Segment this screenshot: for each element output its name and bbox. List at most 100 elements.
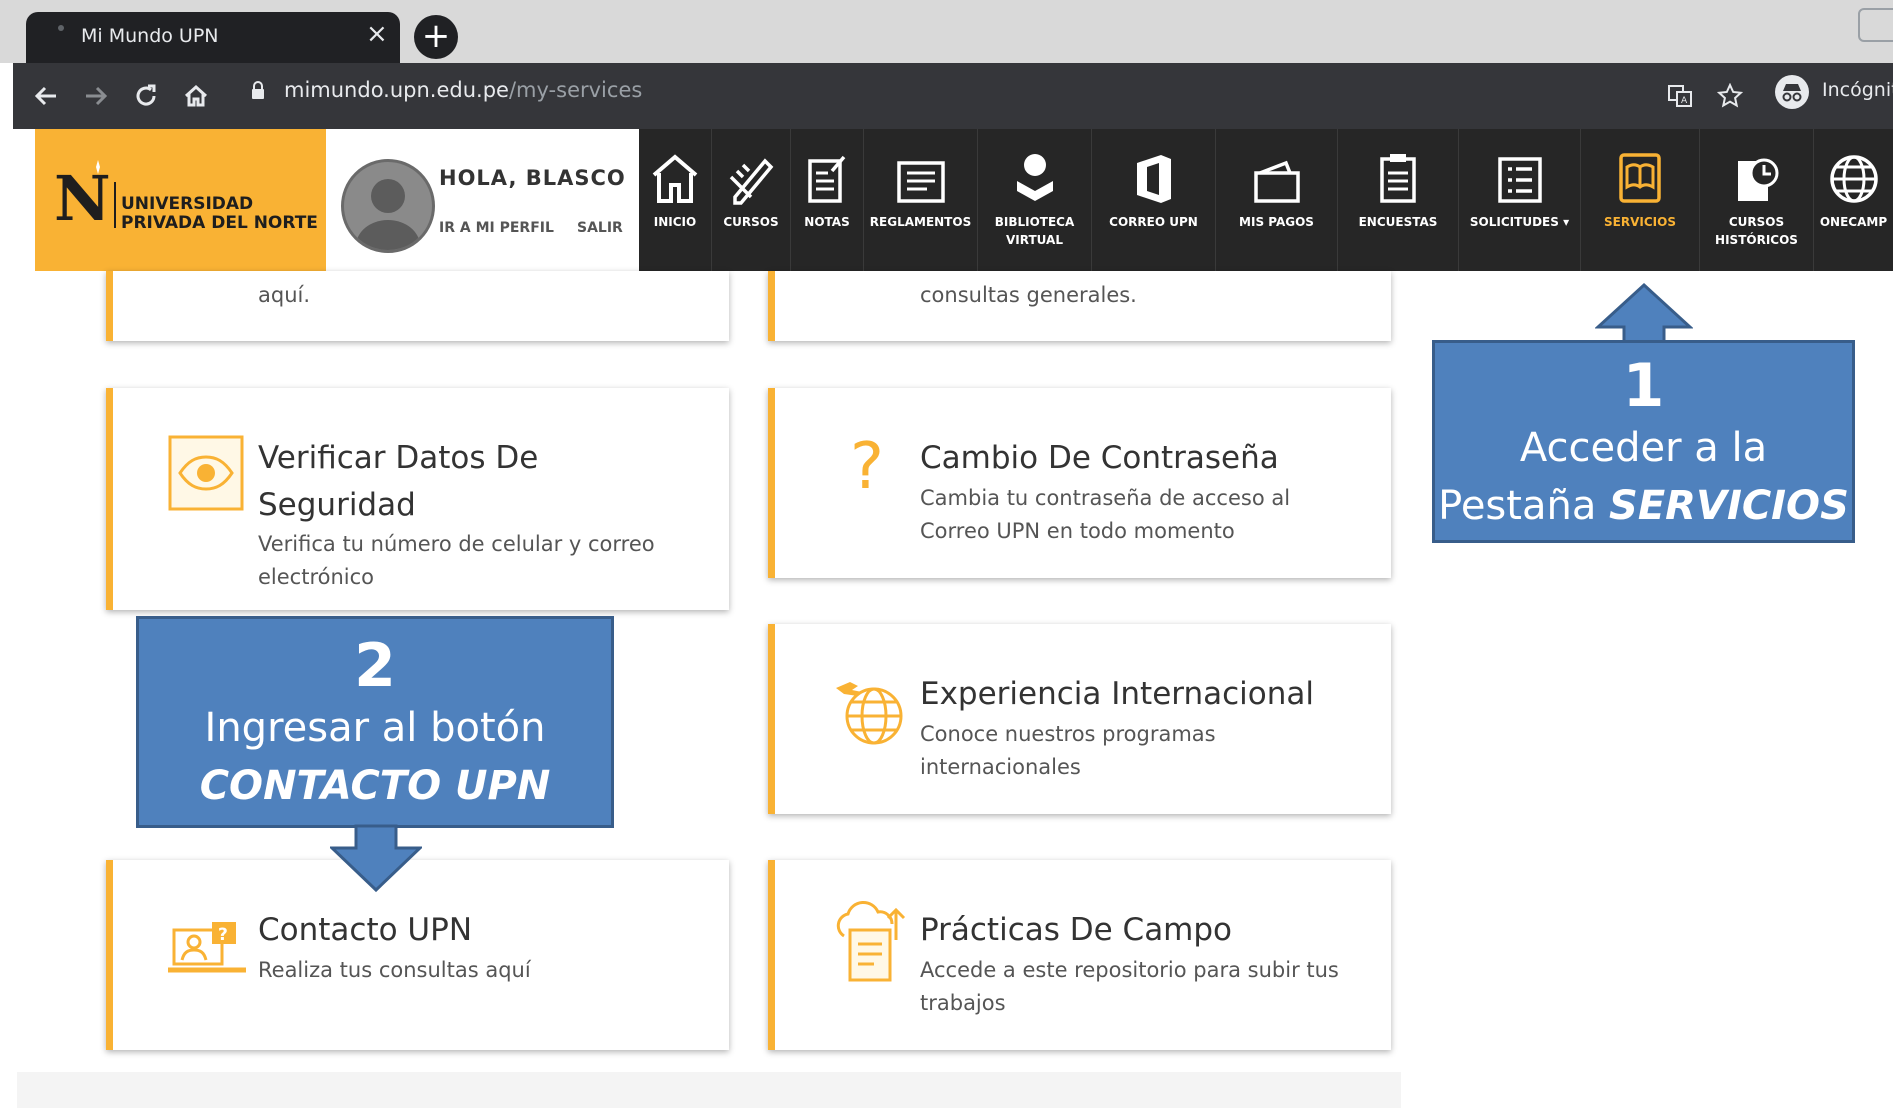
card-title: Contacto UPN bbox=[258, 912, 473, 948]
nav-item-encuestas[interactable]: ENCUESTAS bbox=[1338, 129, 1459, 271]
cloud-docs-icon bbox=[830, 900, 910, 984]
nav-label: ONECAMP bbox=[1819, 215, 1888, 229]
card-description: Realiza tus consultas aquí bbox=[258, 958, 531, 982]
logo-text-line1: UNIVERSIDAD bbox=[121, 194, 254, 214]
callout-emphasis: CONTACTO UPN bbox=[199, 763, 551, 809]
nav-label: BIBLIOTECA VIRTUAL bbox=[994, 215, 1075, 247]
service-card-partial-left[interactable]: aquí. bbox=[106, 271, 729, 341]
nav-label: INICIO bbox=[653, 215, 697, 229]
pencil-ruler-icon bbox=[725, 151, 777, 205]
nav-item-cursos-historicos[interactable]: CURSOS HISTÓRICOS bbox=[1700, 129, 1814, 271]
card-title: Experiencia Internacional bbox=[920, 676, 1315, 712]
card-title: Cambio De Contraseña bbox=[920, 440, 1279, 476]
home-browser-icon[interactable] bbox=[174, 74, 218, 118]
service-card-cambio-contrasena[interactable]: ? Cambio De Contraseña Cambia tu contras… bbox=[768, 388, 1391, 578]
office-icon bbox=[1131, 151, 1177, 205]
card-description-line2: internacionales bbox=[920, 755, 1081, 779]
profile-link[interactable]: IR A MI PERFIL bbox=[439, 220, 554, 236]
incognito-icon[interactable] bbox=[1775, 75, 1809, 109]
logo-separator bbox=[114, 182, 116, 228]
address-bar[interactable]: mimundo.upn.edu.pe/my-services bbox=[284, 78, 642, 102]
services-book-icon bbox=[1615, 151, 1665, 205]
card-description-line1: Conoce nuestros programas bbox=[920, 722, 1216, 746]
nav-item-correo[interactable]: CORREO UPN bbox=[1092, 129, 1216, 271]
page-footer-band bbox=[17, 1072, 1401, 1108]
card-description: Accede a este repositorio para subir tus… bbox=[920, 954, 1339, 1020]
service-card-verificar[interactable]: Verificar Datos De Seguridad Verifica tu… bbox=[106, 388, 729, 610]
wallet-icon bbox=[1252, 151, 1302, 205]
chevron-down-icon: ▾ bbox=[1563, 215, 1570, 229]
tab-favicon-icon bbox=[58, 25, 64, 31]
url-host: mimundo.upn.edu.pe bbox=[284, 78, 509, 102]
logout-link[interactable]: SALIR bbox=[577, 220, 623, 236]
bookmark-star-icon[interactable] bbox=[1708, 74, 1752, 118]
forward-icon[interactable] bbox=[74, 74, 118, 118]
globe-icon bbox=[1828, 151, 1880, 205]
svg-text:A: A bbox=[1681, 96, 1688, 106]
nav-label-text: SOLICITUDES bbox=[1469, 215, 1559, 229]
user-greeting: HOLA, BLASCO bbox=[439, 166, 626, 190]
nav-item-pagos[interactable]: MIS PAGOS bbox=[1216, 129, 1338, 271]
nav-item-cursos[interactable]: CURSOS bbox=[712, 129, 791, 271]
logo-flame-icon bbox=[96, 160, 100, 174]
back-icon[interactable] bbox=[24, 74, 68, 118]
card-description-line2: electrónico bbox=[258, 565, 375, 589]
callout-step-1: 1 Acceder a la Pestaña SERVICIOS bbox=[1432, 340, 1855, 543]
nav-label: REGLAMENTOS bbox=[869, 215, 972, 229]
history-icon bbox=[1732, 151, 1782, 205]
callout-number: 2 bbox=[354, 631, 396, 701]
card-description: Cambia tu contraseña de acceso al Correo… bbox=[920, 482, 1290, 548]
nav-item-biblioteca[interactable]: BIBLIOTECA VIRTUAL bbox=[978, 129, 1092, 271]
globe-plane-icon bbox=[830, 670, 910, 750]
document-icon bbox=[893, 151, 949, 205]
service-card-practicas[interactable]: Prácticas De Campo Accede a este reposit… bbox=[768, 860, 1391, 1050]
logo-mark: N bbox=[54, 162, 111, 235]
callout-line1: Ingresar al botón bbox=[204, 705, 546, 751]
nav-item-reglamentos[interactable]: REGLAMENTOS bbox=[864, 129, 978, 271]
nav-label: CORREO UPN bbox=[1109, 215, 1198, 229]
callout-line2: CONTACTO UPN bbox=[139, 757, 611, 815]
window-control-button[interactable] bbox=[1858, 8, 1893, 42]
logo-text-line2: PRIVADA DEL NORTE bbox=[121, 213, 318, 233]
card-title: Prácticas De Campo bbox=[920, 912, 1233, 948]
new-tab-button[interactable]: + bbox=[414, 15, 458, 59]
reload-icon[interactable] bbox=[124, 74, 168, 118]
nav-label: CURSOS HISTÓRICOS bbox=[1715, 215, 1798, 247]
nav-label: MIS PAGOS bbox=[1239, 215, 1314, 229]
nav-item-onecampus[interactable]: ONECAMP bbox=[1814, 129, 1893, 271]
callout-arrow-up-icon bbox=[1595, 282, 1693, 342]
translate-icon[interactable]: A bbox=[1658, 74, 1702, 118]
clipboard-icon bbox=[1376, 151, 1420, 205]
card-title-line2: Seguridad bbox=[258, 487, 416, 523]
logo-text: UNIVERSIDAD PRIVADA DEL NORTE bbox=[121, 195, 318, 233]
nav-item-solicitudes[interactable]: SOLICITUDES ▾ bbox=[1459, 129, 1581, 271]
callout-step-2: 2 Ingresar al botón CONTACTO UPN bbox=[136, 616, 614, 828]
home-icon bbox=[650, 151, 700, 205]
card-description-line2: trabajos bbox=[920, 991, 1006, 1015]
avatar[interactable] bbox=[341, 159, 435, 253]
card-description: Verifica tu número de celular y correo e… bbox=[258, 528, 655, 594]
incognito-label[interactable]: Incógnit bbox=[1822, 79, 1893, 101]
card-title: Verificar Datos De Seguridad bbox=[258, 435, 538, 529]
nav-label: ENCUESTAS bbox=[1358, 215, 1438, 229]
eye-icon bbox=[168, 435, 244, 511]
card-description: consultas generales. bbox=[920, 283, 1137, 307]
card-description-line1: Cambia tu contraseña de acceso al bbox=[920, 486, 1291, 510]
nav-item-inicio[interactable]: INICIO bbox=[639, 129, 712, 271]
notes-icon bbox=[804, 151, 850, 205]
tab-close-icon[interactable]: × bbox=[366, 21, 388, 47]
lock-icon[interactable] bbox=[250, 80, 266, 100]
nav-item-notas[interactable]: NOTAS bbox=[791, 129, 864, 271]
page-left-edge bbox=[13, 129, 35, 271]
nav-item-servicios[interactable]: SERVICIOS bbox=[1581, 129, 1700, 271]
service-card-experiencia[interactable]: Experiencia Internacional Conoce nuestro… bbox=[768, 624, 1391, 814]
callout-emphasis: SERVICIOS bbox=[1609, 483, 1849, 529]
callout-line1: Acceder a la bbox=[1519, 425, 1768, 471]
question-icon: ? bbox=[850, 430, 884, 504]
card-description-line1: Accede a este repositorio para subir tus bbox=[920, 958, 1339, 982]
url-path: /my-services bbox=[508, 78, 643, 102]
service-card-partial-right[interactable]: consultas generales. bbox=[768, 271, 1391, 341]
card-description: Conoce nuestros programas internacionale… bbox=[920, 718, 1216, 784]
support-icon: ? bbox=[168, 920, 246, 978]
nav-label: SOLICITUDES ▾ bbox=[1470, 213, 1569, 231]
